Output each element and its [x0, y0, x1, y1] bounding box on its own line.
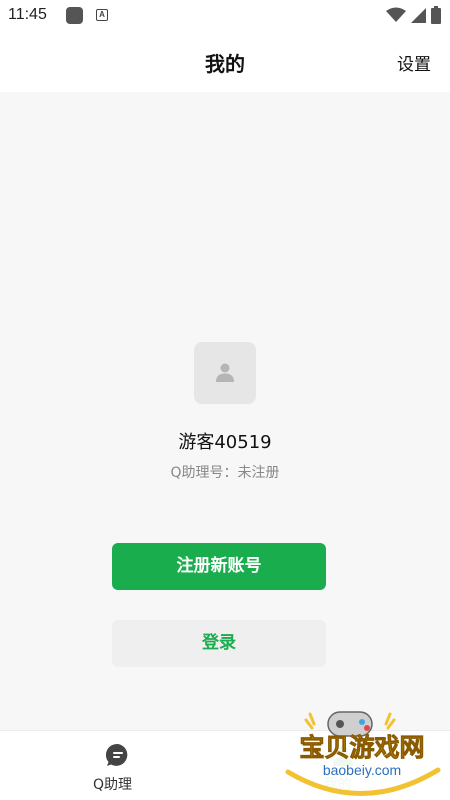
nav-label-assistant: Q助理	[92, 777, 133, 793]
signal-icon	[411, 8, 426, 23]
profile-panel: 游客40519 Q助理号：未注册 注册新账号 登录	[0, 92, 450, 730]
person-icon	[333, 745, 353, 766]
a-badge-icon: A	[96, 9, 108, 21]
register-button[interactable]: 注册新账号	[112, 543, 326, 590]
app-header: 我的 设置	[0, 32, 450, 92]
bottom-nav: Q助理 我的	[0, 730, 450, 800]
nav-item-mine[interactable]: 我的	[225, 731, 450, 800]
account-number: Q助理号：未注册	[170, 465, 280, 481]
nav-item-assistant[interactable]: Q助理	[0, 731, 225, 800]
wifi-icon	[386, 7, 406, 22]
notification-square-icon	[66, 7, 83, 24]
login-button[interactable]: 登录	[112, 620, 326, 667]
chat-bubble-icon	[106, 743, 128, 766]
battery-icon	[431, 6, 441, 24]
username: 游客40519	[178, 432, 272, 453]
page-title: 我的	[205, 52, 245, 76]
avatar	[194, 342, 256, 404]
nav-label-mine: 我的	[323, 777, 352, 793]
status-bar: 11:45 A	[0, 0, 450, 32]
person-icon	[216, 363, 234, 382]
settings-button[interactable]: 设置	[397, 50, 431, 75]
status-time: 11:45	[8, 6, 47, 23]
